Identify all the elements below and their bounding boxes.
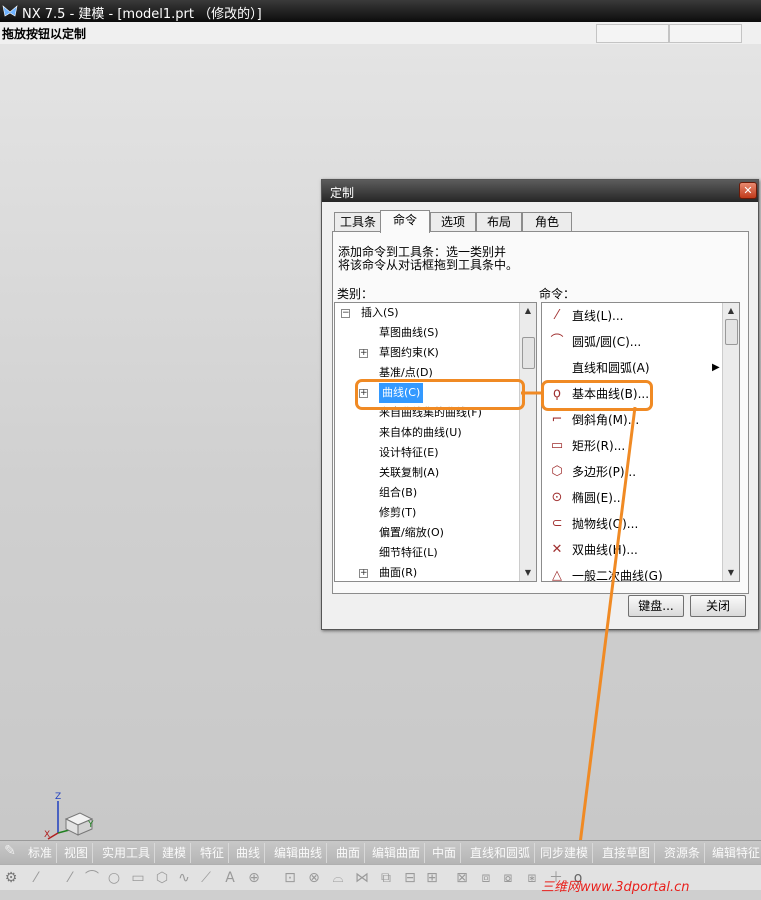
curve-tool-icon[interactable]: ⟋ [198, 870, 214, 886]
trim-tool-icon[interactable]: ⊟ [402, 870, 418, 886]
toolbar-tab[interactable]: 编辑特征 [708, 843, 761, 863]
toolbar-tab[interactable]: 中面 [428, 843, 462, 863]
toolbar-tab[interactable]: 视图 [60, 843, 94, 863]
toolbar-tab[interactable]: 特征 [196, 843, 230, 863]
project-tool-icon[interactable]: ⊡ [282, 870, 298, 886]
toolbar-tab[interactable]: 曲面 [332, 843, 366, 863]
toolbar-tab[interactable]: 资源条 [660, 843, 706, 863]
mirror-tool-icon[interactable]: ⧉ [378, 870, 394, 886]
tab-commands[interactable]: 命令 [380, 210, 430, 233]
bridge-tool-icon[interactable]: ⌓ [330, 870, 346, 886]
toolbar-tab[interactable]: 曲线 [232, 843, 266, 863]
join-tool-icon[interactable]: ⋈ [354, 870, 370, 886]
line-tool-icon[interactable]: ⁄ [62, 870, 78, 886]
toolbar-tab[interactable]: 直接草图 [598, 843, 656, 863]
toolbar-tab[interactable]: 建模 [158, 843, 192, 863]
smooth-tool-icon[interactable]: ⧆ [524, 870, 540, 886]
drag-arrow-lines [521, 391, 637, 861]
watermark-text: 三维网www.3dportal.cn [541, 880, 690, 895]
toolbar-tab-strip: ✎ 标准 视图 实用工具 建模 特征 曲线 编辑曲线 曲面 编辑曲面 中面 直线和圆弧 同步建模 直接草… [0, 840, 761, 865]
line-tool-icon[interactable]: ⁄ [28, 870, 44, 886]
circle-tool-icon[interactable]: ○ [106, 870, 122, 886]
arc-tool-icon[interactable]: ⌒ [84, 870, 100, 886]
toolbar-tab[interactable]: 直线和圆弧 [466, 843, 536, 863]
divide-tool-icon[interactable]: ⊞ [424, 870, 440, 886]
rectangle-tool-icon[interactable]: ▭ [130, 870, 146, 886]
length-tool-icon[interactable]: ⧈ [478, 870, 494, 886]
edit-tool-icon[interactable]: ⊠ [454, 870, 470, 886]
toolbar-tab[interactable]: 实用工具 [98, 843, 156, 863]
spline-tool-icon[interactable]: ∿ [176, 870, 192, 886]
toolbar-tab[interactable]: 编辑曲线 [270, 843, 328, 863]
stretch-tool-icon[interactable]: ⧇ [500, 870, 516, 886]
polygon-tool-icon[interactable]: ⬡ [154, 870, 170, 886]
gear-icon[interactable]: ⚙ [3, 870, 19, 886]
text-tool-icon[interactable]: A [222, 870, 238, 886]
offset-tool-icon[interactable]: ⊕ [246, 870, 262, 886]
toolbar-tab[interactable]: 编辑曲面 [368, 843, 426, 863]
toolbar-menu-icon[interactable]: ✎ [2, 843, 18, 859]
toolbar-tab[interactable]: 同步建模 [536, 843, 594, 863]
intersect-tool-icon[interactable]: ⊗ [306, 870, 322, 886]
toolbar-tab[interactable]: 标准 [24, 843, 58, 863]
